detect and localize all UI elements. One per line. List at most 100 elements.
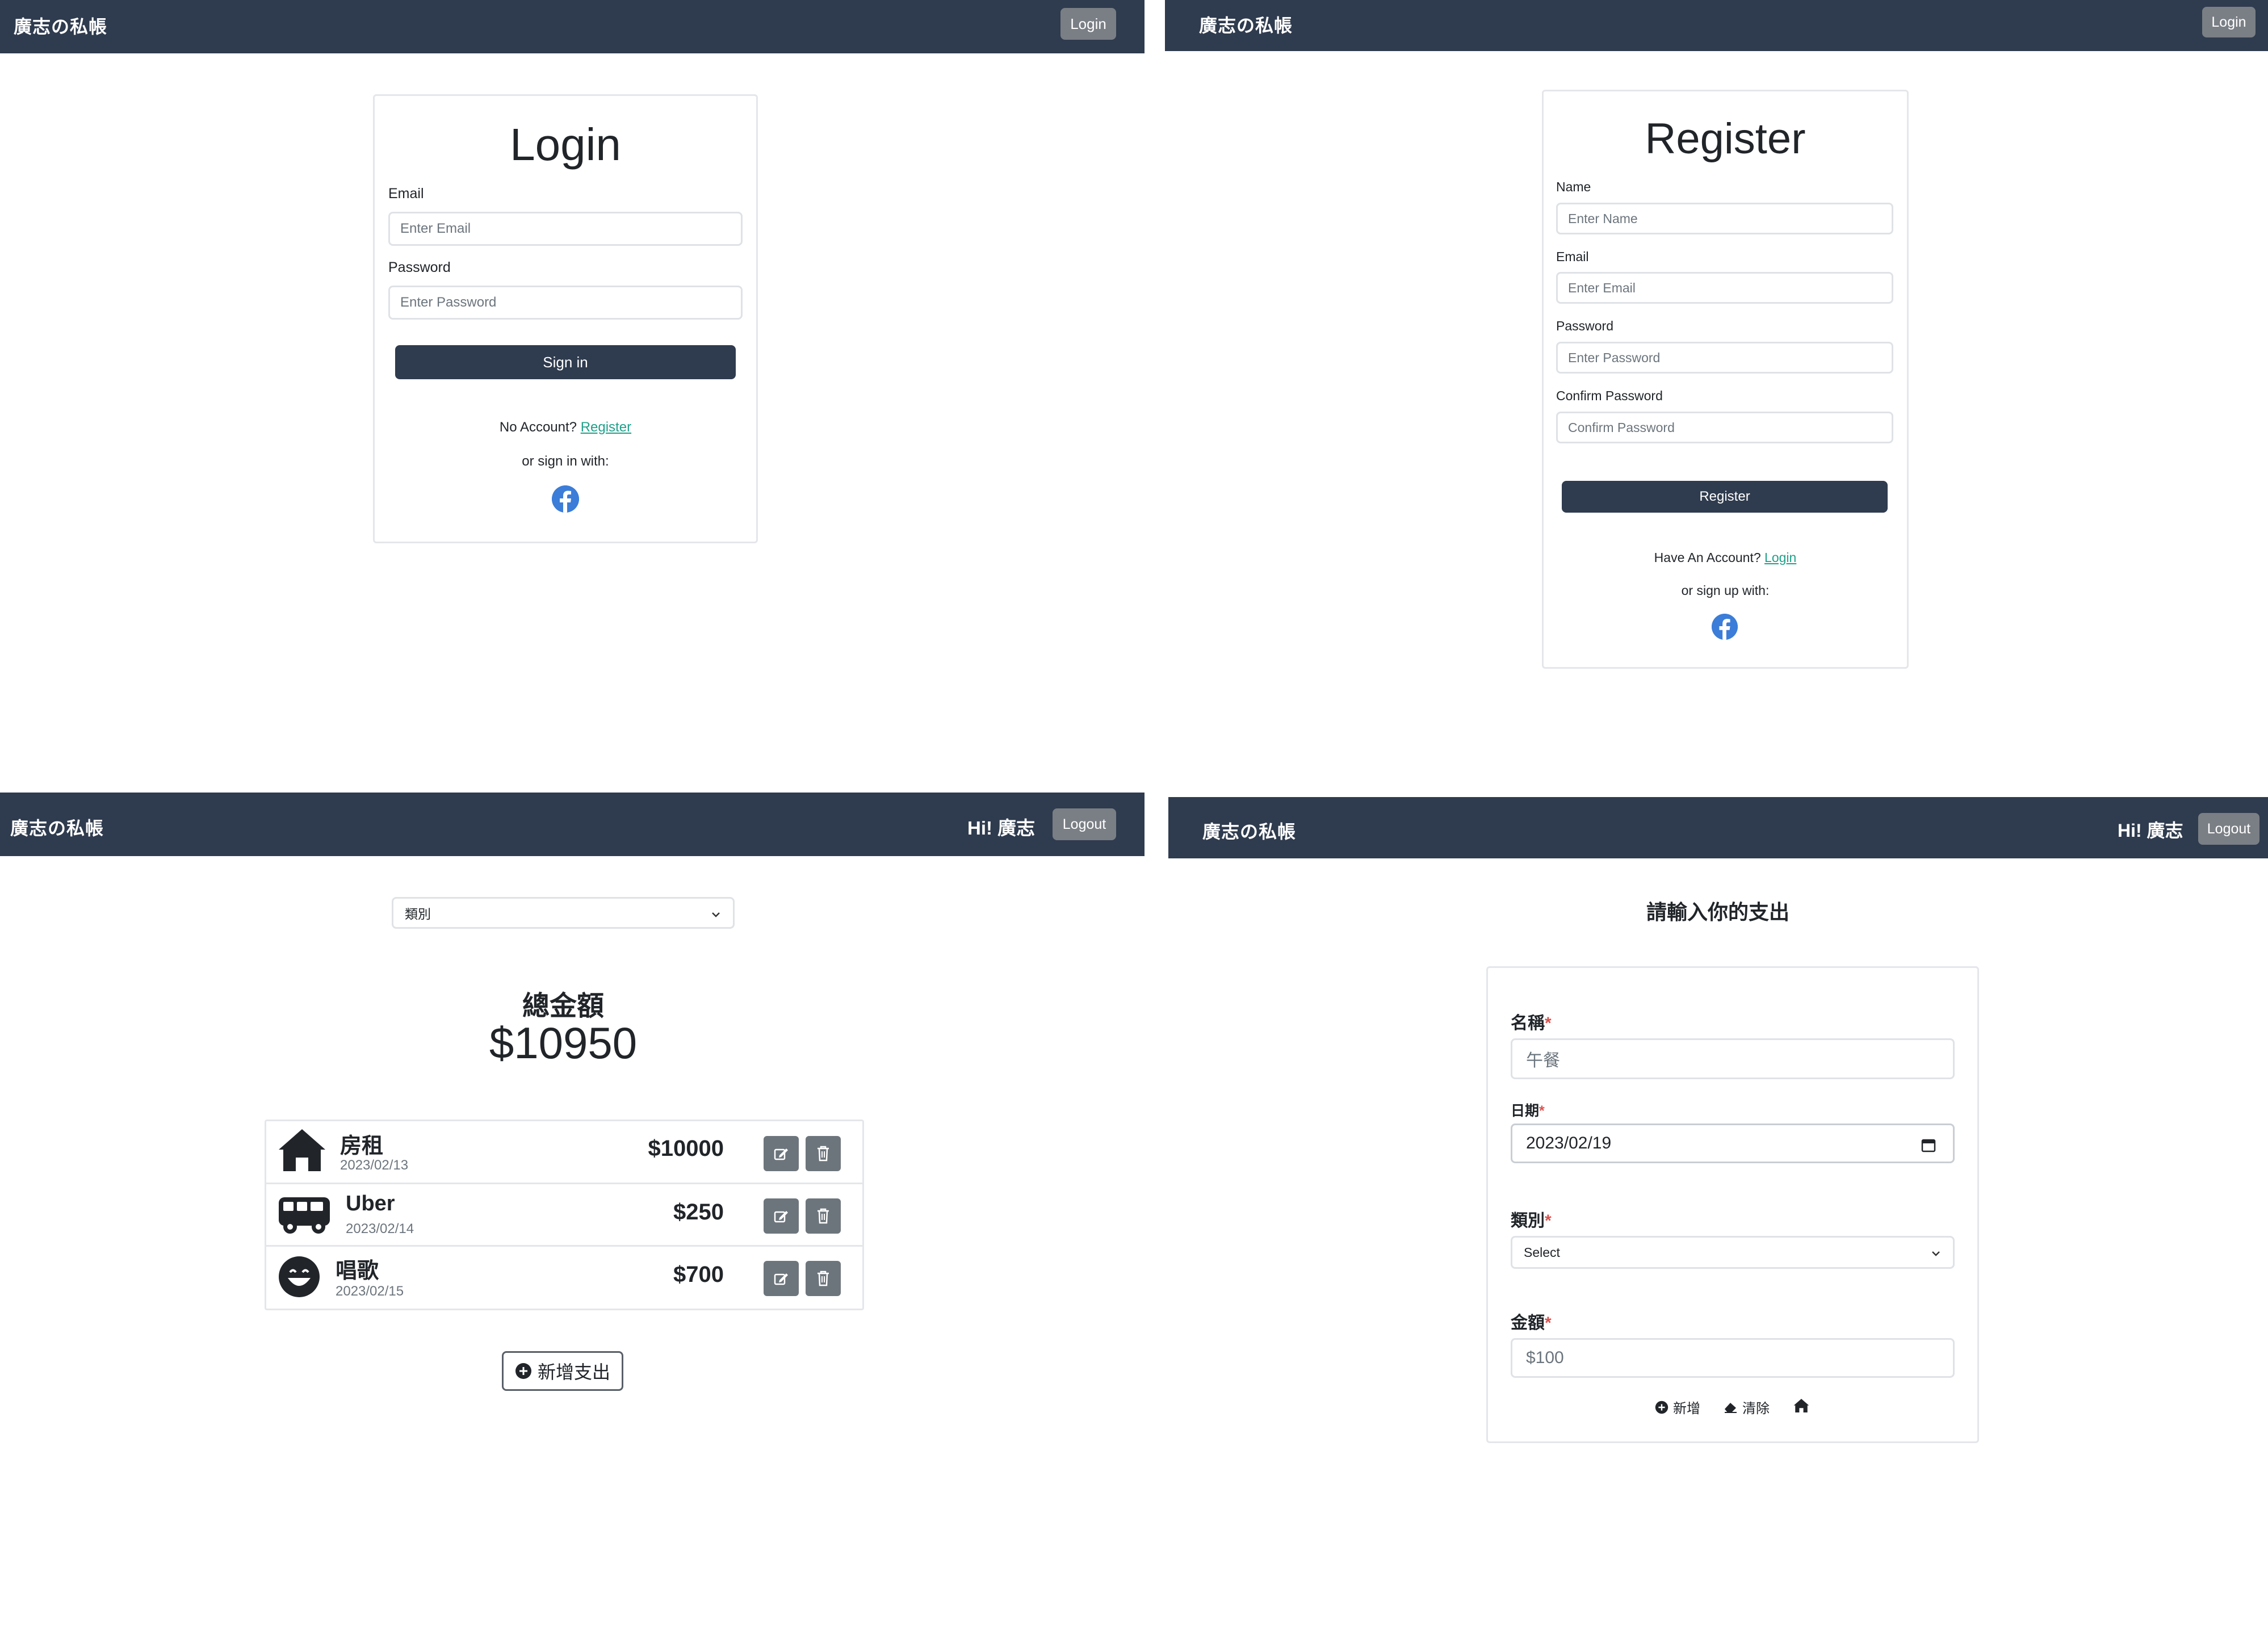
expense-form-card: 名稱* 午餐 日期* 2023/02/19 類別* Select 金額* $10… <box>1486 966 1979 1443</box>
greeting: Hi! 廣志 <box>967 813 1035 840</box>
password-label: Password <box>1556 318 1613 333</box>
register-button[interactable]: Register <box>1562 481 1888 513</box>
trash-icon <box>818 1146 829 1162</box>
trash-icon <box>818 1208 829 1224</box>
add-expense-label: 新增支出 <box>537 1362 610 1382</box>
social-text: or sign up with: <box>1681 583 1770 598</box>
chevron-down-icon <box>712 912 720 917</box>
name-placeholder: Enter Name <box>1568 211 1638 226</box>
login-nav-button[interactable]: Login <box>2202 7 2256 37</box>
date-field[interactable]: 2023/02/19 <box>1511 1123 1955 1163</box>
home-icon <box>279 1129 325 1171</box>
list-item: 唱歌 2023/02/15 $700 <box>266 1246 862 1307</box>
name-label: Name <box>1556 179 1591 194</box>
email-field[interactable]: Enter Email <box>388 212 743 246</box>
edit-button[interactable] <box>764 1136 799 1171</box>
password-label: Password <box>388 259 451 275</box>
sign-in-button[interactable]: Sign in <box>395 345 736 379</box>
record-date: 2023/02/13 <box>340 1158 409 1173</box>
edit-button[interactable] <box>764 1198 799 1234</box>
name-placeholder: 午餐 <box>1526 1051 1560 1070</box>
delete-button[interactable] <box>806 1261 841 1296</box>
password-field[interactable]: Enter Password <box>388 286 743 320</box>
list-item: Uber 2023/02/14 $250 <box>266 1184 862 1247</box>
date-label: 日期* <box>1511 1100 1545 1120</box>
amount-field[interactable]: $100 <box>1511 1338 1955 1378</box>
logout-button[interactable]: Logout <box>1053 808 1116 840</box>
expense-form-screen: 廣志の私帳 Hi! 廣志 Logout 請輸入你的支出 名稱* 午餐 日期* 2… <box>1168 797 2268 1635</box>
confirm-password-label: Confirm Password <box>1556 388 1663 403</box>
login-card: Login Email Enter Email Password Enter P… <box>373 94 758 543</box>
name-label: 名稱* <box>1511 1009 1552 1034</box>
record-name: 房租 <box>340 1134 384 1158</box>
record-name: 唱歌 <box>336 1259 379 1283</box>
category-label-text: 類別 <box>1511 1211 1545 1230</box>
amount-label: 金額* <box>1511 1309 1552 1334</box>
home-icon[interactable] <box>1793 1398 1809 1413</box>
chevron-down-icon <box>1932 1251 1940 1256</box>
social-text: or sign in with: <box>522 454 609 469</box>
required-mark: * <box>1545 1211 1552 1230</box>
record-name: Uber <box>346 1192 395 1215</box>
have-account-line: Have An Account? Login <box>1544 550 1907 565</box>
greeting-prefix: Hi! <box>2118 820 2142 841</box>
brand-logo[interactable]: 廣志の私帳 <box>10 814 104 840</box>
page-title: Register <box>1645 115 1806 163</box>
facebook-icon[interactable] <box>1712 614 1738 640</box>
date-value: 2023/02/19 <box>1526 1134 1612 1152</box>
password-placeholder: Enter Password <box>400 295 497 310</box>
add-expense-button[interactable]: 新增支出 <box>502 1351 623 1391</box>
login-screen: 廣志の私帳 Login Login Email Enter Email Pass… <box>0 0 1145 772</box>
category-filter-value: 類別 <box>405 907 431 921</box>
expense-list-screen: 廣志の私帳 Hi! 廣志 Logout 類別 總金額 $10950 房租 202… <box>0 793 1145 1635</box>
trash-icon <box>818 1271 829 1286</box>
add-button[interactable]: 新增 <box>1655 1397 1700 1417</box>
delete-button[interactable] <box>806 1136 841 1171</box>
edit-icon <box>774 1211 788 1223</box>
password-placeholder: Enter Password <box>1568 350 1661 365</box>
calendar-icon[interactable] <box>1921 1138 1936 1152</box>
register-link[interactable]: Register <box>581 420 631 435</box>
required-mark: * <box>1545 1014 1552 1033</box>
brand-logo[interactable]: 廣志の私帳 <box>1199 11 1293 37</box>
facebook-icon[interactable] <box>552 485 579 513</box>
no-account-text: No Account? <box>499 420 577 435</box>
required-mark: * <box>1539 1103 1545 1119</box>
smile-icon <box>279 1256 320 1297</box>
record-amount: $10000 <box>648 1136 724 1161</box>
page-title: Login <box>510 119 621 170</box>
plus-circle-icon <box>1655 1401 1668 1414</box>
record-amount: $700 <box>673 1262 724 1287</box>
greeting: Hi! 廣志 <box>2118 816 2183 842</box>
category-filter-select[interactable]: 類別 <box>392 897 735 929</box>
login-link[interactable]: Login <box>1764 550 1796 565</box>
category-select[interactable]: Select <box>1511 1236 1955 1269</box>
category-label: 類別* <box>1511 1206 1552 1231</box>
navbar: 廣志の私帳 Hi! 廣志 Logout <box>0 793 1145 856</box>
record-date: 2023/02/14 <box>346 1221 414 1236</box>
name-field[interactable]: Enter Name <box>1556 203 1893 234</box>
email-placeholder: Enter Email <box>400 221 471 236</box>
navbar: 廣志の私帳 Hi! 廣志 Logout <box>1168 797 2268 858</box>
clear-label: 清除 <box>1742 1401 1770 1416</box>
required-mark: * <box>1545 1314 1552 1332</box>
confirm-password-field[interactable]: Confirm Password <box>1556 412 1893 443</box>
login-nav-button[interactable]: Login <box>1060 8 1116 40</box>
brand-logo[interactable]: 廣志の私帳 <box>14 12 107 39</box>
clear-button[interactable]: 清除 <box>1723 1397 1770 1417</box>
amount-placeholder: $100 <box>1526 1348 1564 1367</box>
delete-button[interactable] <box>806 1198 841 1234</box>
password-field[interactable]: Enter Password <box>1556 342 1893 374</box>
register-card: Register Name Enter Name Email Enter Ema… <box>1542 90 1909 669</box>
no-account-line: No Account? Register <box>375 420 756 435</box>
user-name: 廣志 <box>997 818 1036 839</box>
name-label-text: 名稱 <box>1511 1014 1545 1033</box>
van-icon <box>279 1197 330 1234</box>
logout-button[interactable]: Logout <box>2198 813 2259 845</box>
email-field[interactable]: Enter Email <box>1556 272 1893 304</box>
register-screen: 廣志の私帳 Login Register Name Enter Name Ema… <box>1165 0 2268 772</box>
list-item: 房租 2023/02/13 $10000 <box>266 1121 862 1184</box>
brand-logo[interactable]: 廣志の私帳 <box>1202 818 1296 844</box>
name-field[interactable]: 午餐 <box>1511 1038 1955 1079</box>
edit-button[interactable] <box>764 1261 799 1296</box>
